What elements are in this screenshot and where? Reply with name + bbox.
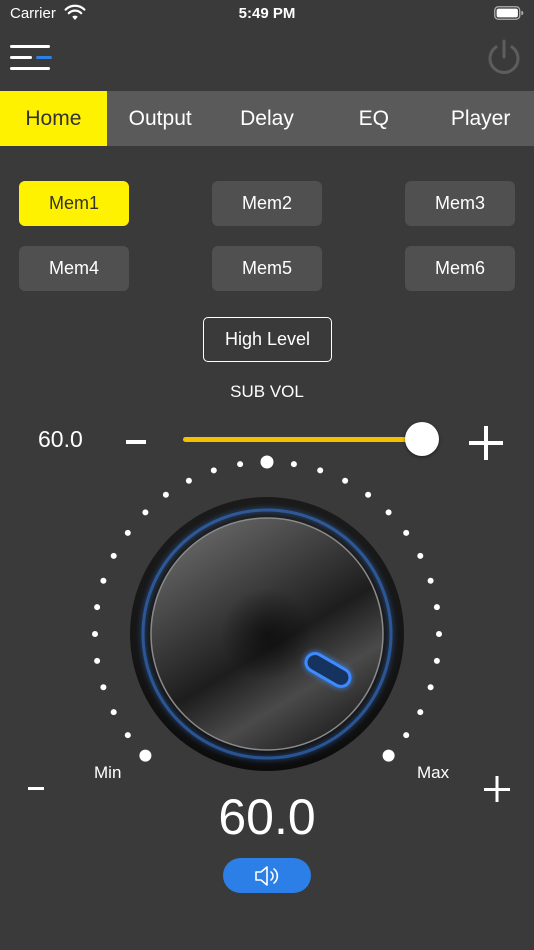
knob-scale-dot [382,749,395,762]
tab-output[interactable]: Output [107,91,214,146]
mute-button[interactable] [223,858,311,893]
knob-min-label: Min [94,763,122,782]
knob-scale-dot [210,467,217,474]
knob-scale-dot [100,684,107,691]
tab-eq[interactable]: EQ [320,91,427,146]
knob-scale-dot [162,491,169,498]
knob-scale-dot [433,604,440,611]
volume-readout: 60.0 [38,426,83,452]
tab-home[interactable]: Home [0,91,107,146]
mem5-button[interactable]: Mem5 [212,246,322,291]
knob-scale-dot [403,732,410,739]
knob-scale-dot [427,684,434,691]
knob-scale-dot [94,604,101,611]
knob-scale-dot [110,552,117,559]
status-time: 5:49 PM [238,5,296,22]
knob-scale-dot [100,577,107,584]
menu-icon[interactable] [8,42,54,74]
knob-scale-dot [92,631,98,637]
knob-scale-dot [436,631,442,637]
knob-scale-dot [237,461,244,468]
section-label: SUB VOL [230,382,304,401]
volume-slider-track[interactable] [183,437,423,442]
knob-scale-dot [317,467,324,474]
mem3-button[interactable]: Mem3 [405,181,515,226]
mem2-button[interactable]: Mem2 [212,181,322,226]
knob-scale-dot [124,529,131,536]
knob-scale-dot [403,529,410,536]
knob-scale-dot [142,509,149,516]
high-level-button[interactable]: High Level [203,317,332,362]
power-icon[interactable] [484,38,524,78]
knob-max-label: Max [417,763,450,782]
volume-knob[interactable] [0,450,534,790]
knob-scale-dot [417,709,424,716]
knob-scale-dot [365,491,372,498]
tab-delay[interactable]: Delay [214,91,321,146]
mem1-button[interactable]: Mem1 [19,181,129,226]
knob-scale-dot [110,709,117,716]
knob-scale-dot [139,749,152,762]
mem6-button[interactable]: Mem6 [405,246,515,291]
knob-scale-dot [260,455,274,469]
volume-value-large: 60.0 [218,789,316,845]
knob-scale-dot [94,657,101,664]
knob-scale-dot [185,477,192,484]
knob-scale-dot [433,657,440,664]
knob-scale-dot [417,552,424,559]
mem4-button[interactable]: Mem4 [19,246,129,291]
knob-scale-dot [385,509,392,516]
knob-face-sheen [151,518,383,750]
knob-scale-dot [290,461,297,468]
speaker-icon [255,865,279,886]
knob-scale-dot [124,732,131,739]
battery-icon [494,6,524,20]
knob-scale-dot [342,477,349,484]
knob-scale-dot [427,577,434,584]
tab-bar: Home Output Delay EQ Player [0,91,534,146]
tab-player[interactable]: Player [427,91,534,146]
